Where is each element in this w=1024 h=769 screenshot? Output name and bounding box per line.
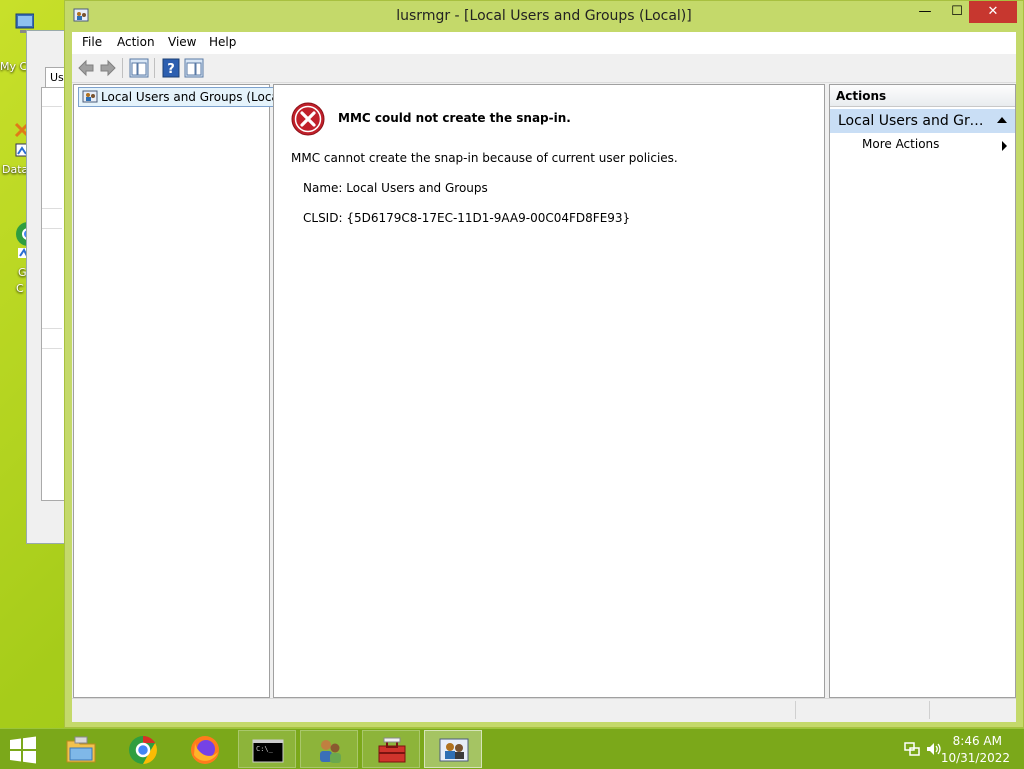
menu-help[interactable]: Help [209,35,236,49]
desktop-label-my-computer: My C [0,60,28,73]
back-arrow-icon[interactable] [76,58,96,78]
taskbar-chrome[interactable] [114,730,172,768]
toolbox-icon [378,737,406,763]
taskbar-file-explorer[interactable] [52,730,110,768]
lusrmgr-window[interactable]: lusrmgr - [Local Users and Groups (Local… [64,0,1024,728]
toolbar: ? [72,54,1016,83]
svg-text:?: ? [167,62,175,77]
collapse-up-icon[interactable] [997,117,1007,123]
network-icon[interactable] [904,742,920,756]
users-and-groups-icon [82,90,98,103]
taskbar-lusrmgr[interactable] [424,730,482,768]
actions-pane: Actions Local Users and Groups (Local) M… [829,84,1016,698]
error-title: MMC could not create the snap-in. [338,111,571,125]
tree-node-label: Local Users and Groups (Local) [101,90,287,104]
windows-start-icon[interactable] [8,736,38,764]
actions-group-local-users-and-groups[interactable]: Local Users and Groups (Local) [830,109,1015,133]
title-bar[interactable]: lusrmgr - [Local Users and Groups (Local… [65,1,1023,31]
menu-action[interactable]: Action [117,35,155,49]
window-title: lusrmgr - [Local Users and Groups (Local… [396,8,692,24]
result-pane: MMC could not create the snap-in. MMC ca… [273,84,825,698]
status-bar-cell-divider [929,701,930,719]
toolbar-separator [122,58,123,78]
chrome-icon [129,736,157,764]
window-client-area: File Action View Help ? Local Users and … [72,32,1016,722]
actions-header: Actions [830,85,1015,107]
forward-arrow-icon[interactable] [98,58,118,78]
console-tree-pane: Local Users and Groups (Local) [73,84,291,698]
svg-text:C:\_: C:\_ [256,745,274,753]
taskbar-command-prompt[interactable]: C:\_ [238,730,296,768]
help-icon[interactable]: ? [161,58,181,78]
toolbar-separator [154,58,155,78]
command-prompt-icon: C:\_ [252,739,284,763]
firefox-icon [191,736,219,764]
taskbar-firefox[interactable] [176,730,234,768]
lusrmgr-icon [439,738,469,762]
users-icon [320,740,341,763]
status-bar [72,698,1016,721]
desktop-label-c: C [16,282,24,295]
error-snapin-clsid: CLSID: {5D6179C8-17EC-11D1-9AA9-00C04FD8… [303,211,631,225]
menu-file[interactable]: File [82,35,102,49]
error-snapin-name: Name: Local Users and Groups [303,181,488,195]
clock-time[interactable]: 8:46 AM [953,734,1002,748]
status-bar-cell-divider [795,701,796,719]
tree-node-local-users-and-groups[interactable]: Local Users and Groups (Local) [78,87,291,107]
taskbar: C:\_ 8:46 AM 10/31/2022 [0,728,1024,769]
menu-view[interactable]: View [168,35,196,49]
desktop-label-data: Data [2,163,29,176]
menu-bar: File Action View Help [72,32,1016,54]
error-icon [291,102,325,136]
taskbar-user-accounts[interactable] [300,730,358,768]
more-actions-item[interactable]: More Actions [862,137,939,151]
system-tray: 8:46 AM 10/31/2022 [884,729,1024,769]
minimize-button[interactable]: — [911,1,939,23]
error-message: MMC cannot create the snap-in because of… [291,151,678,165]
submenu-arrow-icon [1002,141,1007,151]
taskbar-toolbox[interactable] [362,730,420,768]
show-hide-console-tree-icon[interactable] [129,58,149,78]
volume-icon[interactable] [926,741,942,757]
actions-group-label: Local Users and Groups (Local) [838,113,990,129]
maximize-button[interactable]: ☐ [943,1,971,23]
clock-date[interactable]: 10/31/2022 [941,751,1010,765]
close-button[interactable]: ✕ [969,1,1017,23]
folder-icon [66,736,96,763]
show-hide-action-pane-icon[interactable] [184,58,204,78]
